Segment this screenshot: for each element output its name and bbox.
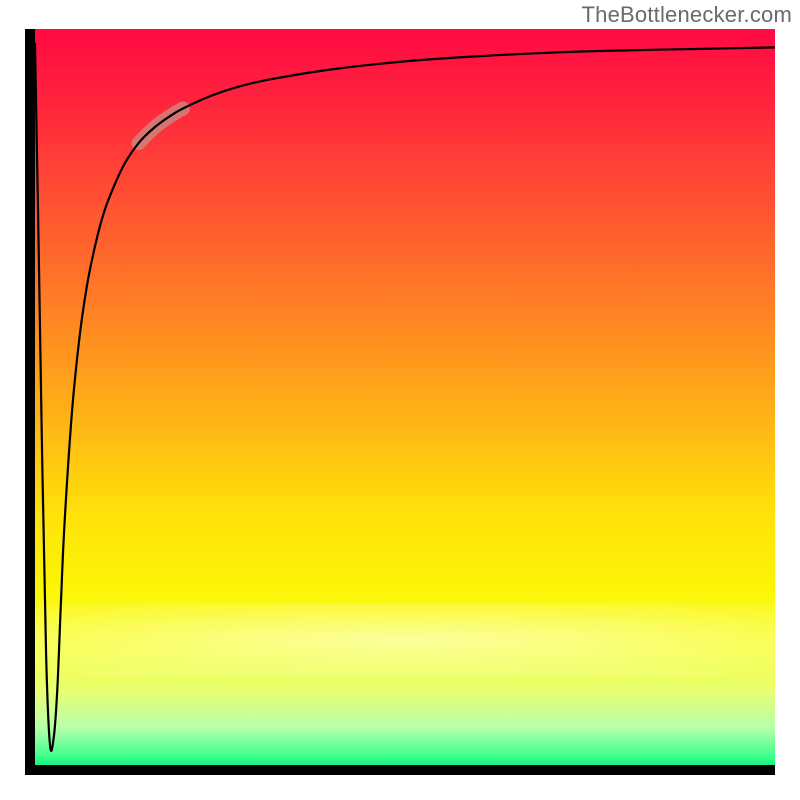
- x-axis: [25, 765, 775, 775]
- curve-path: [35, 44, 775, 751]
- plot-area: [35, 29, 775, 765]
- highlight-segment: [139, 108, 183, 143]
- chart-stage: TheBottlenecker.com: [0, 0, 800, 800]
- y-axis: [25, 29, 35, 775]
- curve-svg: [35, 29, 775, 765]
